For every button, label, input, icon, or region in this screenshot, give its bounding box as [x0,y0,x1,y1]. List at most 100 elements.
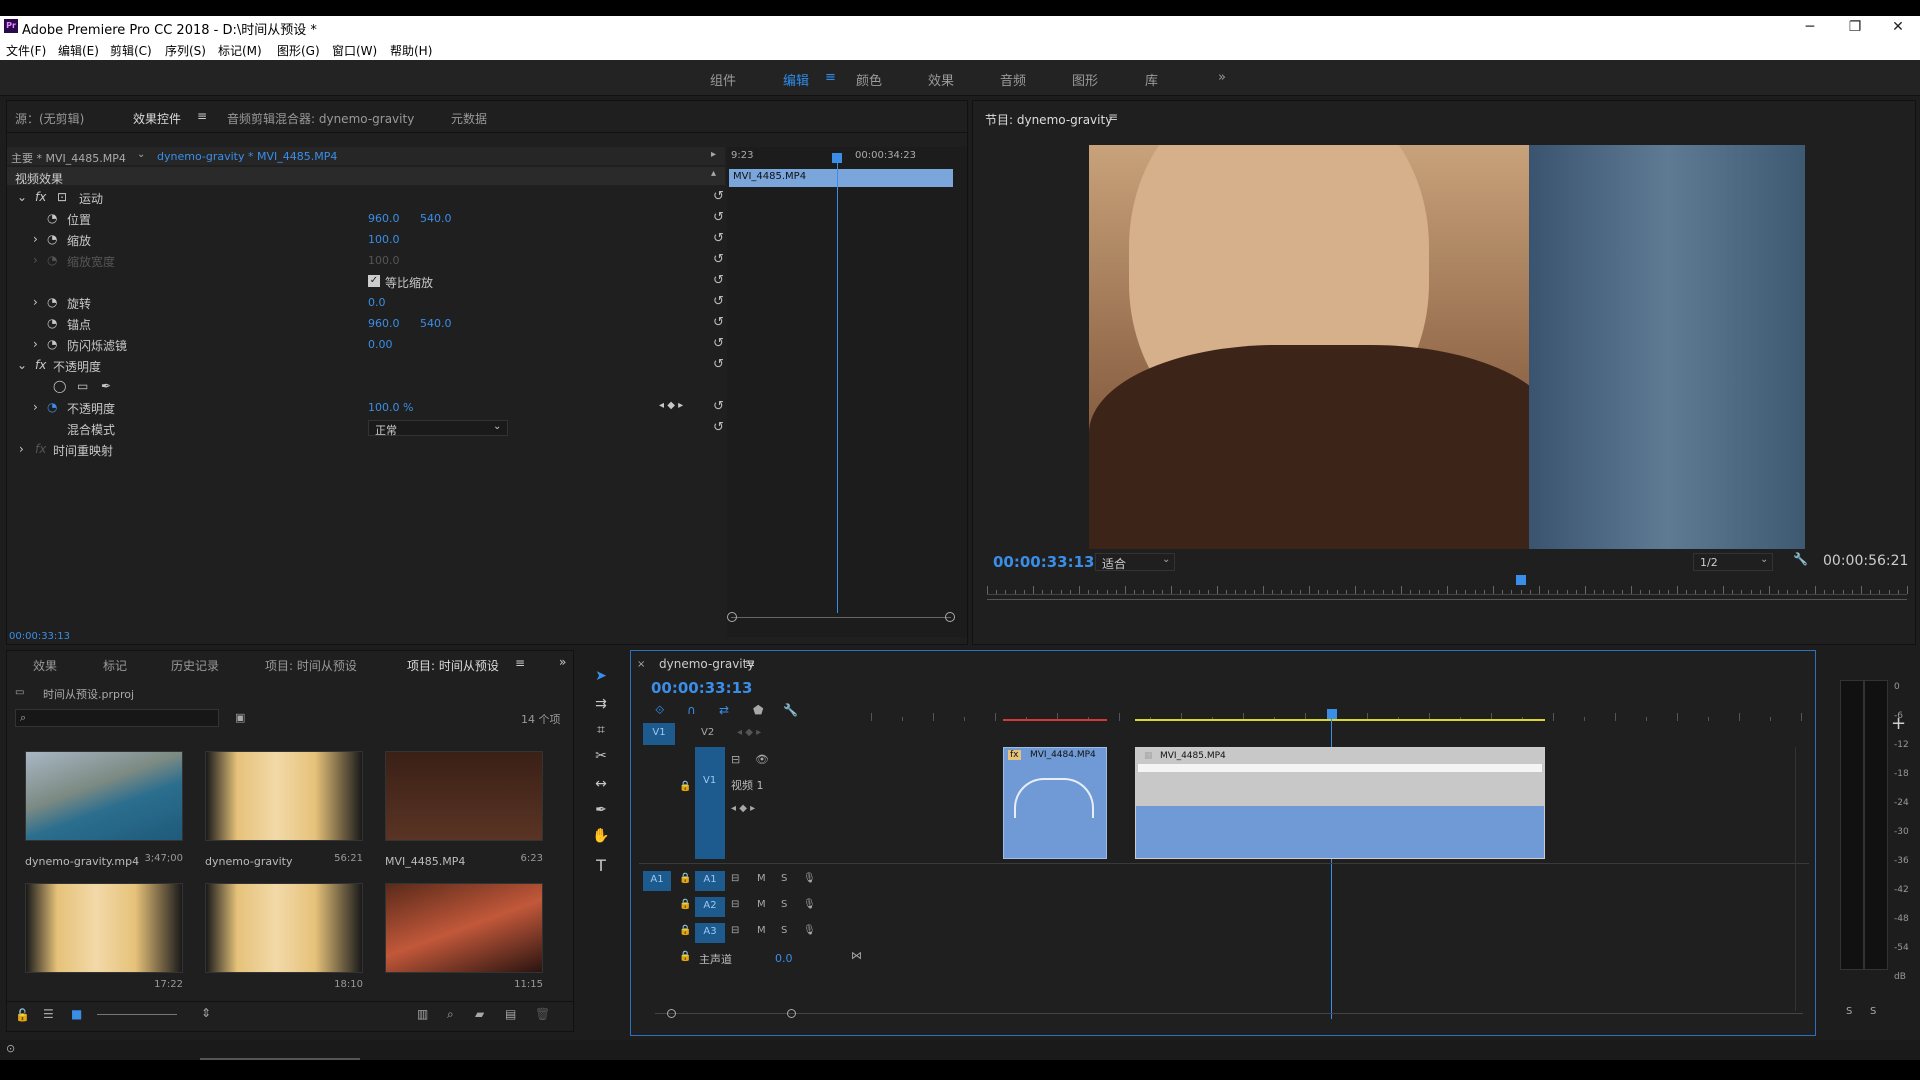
reset-icon[interactable]: ↺ [713,399,724,414]
menu-sequence[interactable]: 序列(S) [165,42,206,59]
rectangle-mask-icon[interactable]: ▭ [77,379,88,393]
video-frame[interactable] [1089,145,1805,549]
find-icon[interactable]: ⌕ [447,1007,454,1022]
tab-markers[interactable]: 标记 [103,657,127,674]
value[interactable]: 100.0 [368,233,400,246]
stopwatch-icon[interactable]: ◔ [47,400,57,414]
mic-icon[interactable]: 🎙 [803,899,816,910]
minimize-icon[interactable]: ─ [1790,17,1830,37]
tab-audio-clip-mixer[interactable]: 音频剪辑混合器: dynemo-gravity [227,110,414,127]
master-volume[interactable]: 0.0 [775,952,793,965]
toggle-sync-icon[interactable]: ⊟ [731,753,740,766]
list-view-icon[interactable]: ☰ [43,1007,54,1021]
value-y[interactable]: 540.0 [420,212,452,225]
lock-icon[interactable]: 🔒 [679,873,691,884]
stopwatch-icon[interactable]: ◔ [47,211,57,225]
thumb-size-slider[interactable] [97,1014,177,1015]
toggle-sync-icon[interactable]: ⊟ [731,899,739,910]
track-target-a1[interactable]: A1 [695,871,725,891]
ellipse-mask-icon[interactable]: ◯ [53,379,66,393]
value-y[interactable]: 540.0 [420,317,452,330]
value[interactable]: 100.0 % [368,401,413,414]
sort-icon[interactable]: ⇕ [201,1006,211,1020]
clip-mvi4484[interactable]: fx MVI_4484.MP4 [1003,747,1107,859]
master-clip[interactable]: 主要 * MVI_4485.MP4 [11,150,126,166]
chevron-right-icon[interactable]: › [33,295,38,309]
effect-row-opacity[interactable]: ⌄ fx 不透明度 ↺ [13,355,731,376]
new-item-icon[interactable]: ▤ [505,1007,516,1021]
stopwatch-icon[interactable]: ◔ [47,337,57,351]
tab-project-1[interactable]: 项目: 时间从预设 [265,657,357,674]
reset-icon[interactable]: ↺ [713,315,724,330]
keyframe-nav-icon[interactable]: ◂ ◆ ▸ [659,400,683,411]
program-ruler[interactable] [987,581,1908,595]
reset-icon[interactable]: ↺ [713,273,724,288]
track-select-tool-icon[interactable]: ⇉ [592,696,610,714]
workspace-audio[interactable]: 音频 [1000,70,1026,89]
menu-marker[interactable]: 标记(M) [218,42,262,59]
effect-row-time-remap[interactable]: › fx 时间重映射 [13,439,731,460]
more-panels-icon[interactable]: » [559,655,566,669]
reset-icon[interactable]: ↺ [713,336,724,351]
chevron-right-icon[interactable]: › [33,400,38,414]
keyframe-nav-icon[interactable]: ◂ ◆ ▸ [737,727,761,738]
menu-clip[interactable]: 剪辑(C) [110,42,152,59]
chevron-down-icon[interactable]: ⌄ [17,190,27,204]
workspace-menu-icon[interactable]: ≡ [825,70,836,85]
program-timecode[interactable]: 00:00:33:13 [993,553,1095,571]
workspace-assembly[interactable]: 组件 [710,70,736,89]
lock-icon[interactable]: 🔒 [679,781,691,792]
chevron-right-icon[interactable]: › [33,337,38,351]
zoom-handle-right[interactable] [945,612,955,622]
keyframe-nav-icon[interactable]: ◂ ◆ ▸ [731,803,755,814]
lock-icon[interactable]: 🔓 [15,1008,30,1022]
mute-button[interactable]: M [757,899,766,910]
workspace-libraries[interactable]: 库 [1145,70,1158,89]
blend-mode-select[interactable]: 正常 ⌄ [368,420,508,437]
pen-mask-icon[interactable]: ✒ [101,379,111,393]
menu-file[interactable]: 文件(F) [6,42,46,59]
clip-mvi4485[interactable]: ▦ MVI_4485.MP4 [1135,747,1545,859]
new-bin-icon[interactable]: ▣ [235,711,245,724]
nest-icon[interactable]: ⟐ [655,703,664,718]
lock-icon[interactable]: 🔒 [679,951,691,962]
zoom-handle-left[interactable] [727,612,737,622]
thumb-clip-6[interactable] [385,883,543,973]
solo-left-button[interactable]: S [1846,1006,1852,1017]
source-patch-a1[interactable]: A1 [643,871,671,891]
panel-menu-icon[interactable]: ≡ [515,656,525,670]
thumb-clip-5[interactable] [205,883,363,973]
thumb-clip-4[interactable] [25,883,183,973]
tab-project-2[interactable]: 项目: 时间从预设 [407,657,499,674]
type-tool-icon[interactable]: T [592,856,610,875]
chevron-down-icon[interactable]: ⌄ [137,149,145,160]
clip-bar[interactable]: MVI_4485.MP4 [729,169,953,187]
wrench-icon[interactable]: 🔧 [1793,552,1808,566]
restore-icon[interactable]: ❐ [1835,17,1875,37]
program-zoom-bar[interactable] [987,599,1907,600]
mic-icon[interactable]: 🎙 [803,925,816,936]
stopwatch-icon[interactable]: ◔ [47,316,57,330]
effect-row-motion[interactable]: ⌄ fx ⊡ 运动 ↺ [13,187,731,208]
solo-button[interactable]: S [781,899,787,910]
fx-icon[interactable]: fx [35,190,46,204]
eye-icon[interactable]: 👁 [755,753,769,766]
playhead-icon[interactable] [1515,575,1526,585]
panel-menu-icon[interactable]: ≡ [197,109,207,123]
workspace-color[interactable]: 颜色 [856,70,882,89]
tab-source[interactable]: 源：(无剪辑) [15,110,84,127]
tab-effects[interactable]: 效果 [33,657,57,674]
playhead-icon[interactable] [1327,709,1337,719]
track-target-v2[interactable]: V2 [701,727,714,738]
timeline-settings-icon[interactable]: 🔧 [783,703,798,717]
track-target-v1[interactable]: V1 [695,747,725,859]
workspace-graphics[interactable]: 图形 [1072,70,1098,89]
play-only-icon[interactable]: ▸ [711,149,716,160]
workspace-more-icon[interactable]: » [1218,70,1226,85]
reset-icon[interactable]: ↺ [713,189,724,204]
value-x[interactable]: 960.0 [368,212,400,225]
reset-icon[interactable]: ↺ [713,357,724,372]
zoom-handle-left[interactable] [667,1009,676,1018]
vertical-scrollbar[interactable] [1795,747,1796,1011]
lock-icon[interactable]: 🔒 [679,925,691,936]
